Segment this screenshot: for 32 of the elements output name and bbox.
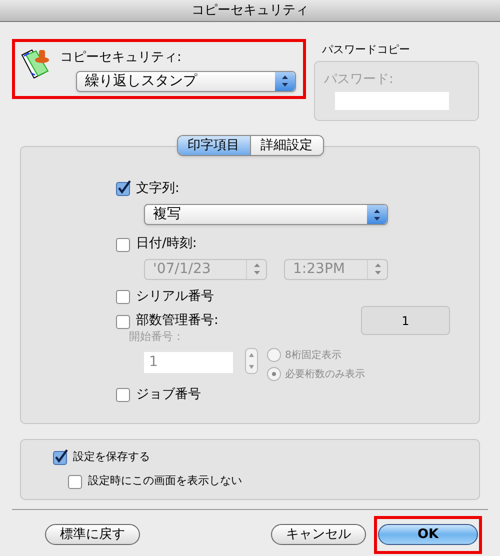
tab[interactable]: 印字項目 [178, 136, 250, 154]
checkbox[interactable] [68, 473, 83, 490]
checkbox-label: 設定時にこの画面を表示しない [88, 473, 242, 489]
checkbox-label: ジョブ番号 [136, 386, 201, 404]
checkbox-label: 日付/時刻: [136, 235, 197, 253]
dropdown[interactable]: 複写 [144, 204, 388, 225]
counter-value: 1 [402, 312, 410, 330]
checkbox[interactable] [116, 236, 131, 252]
checkbox-label: シリアル番号 [136, 288, 214, 306]
field-label: パスワード: [324, 70, 394, 88]
checkbox[interactable] [116, 386, 131, 402]
radio-label: 必要桁数のみ表示 [285, 368, 365, 382]
checkbox-label: 設定を保存する [73, 448, 150, 464]
checkbox-label: 部数管理番号: [136, 312, 218, 330]
window-title: コピーセキュリティ [192, 2, 308, 20]
checkbox[interactable] [53, 448, 68, 465]
field-label: コピーセキュリティ: [60, 49, 182, 67]
checkbox[interactable] [116, 288, 131, 304]
tab[interactable]: 詳細設定 [250, 136, 322, 154]
checkbox-label: 文字列: [136, 180, 180, 198]
stepper-arrows-icon[interactable] [245, 348, 258, 374]
checkbox[interactable] [116, 312, 131, 328]
radio-button[interactable] [267, 367, 281, 381]
group-title: パスワードコピー [322, 42, 411, 58]
checkbox[interactable] [116, 180, 131, 196]
radio-label: 8桁固定表示 [285, 348, 342, 362]
dialog-button[interactable]: キャンセル [271, 524, 366, 545]
dialog-button[interactable]: OK [378, 524, 478, 545]
radio-button[interactable] [267, 348, 281, 362]
dialog-button[interactable]: 標準に戻す [45, 524, 140, 545]
field-label: 開始番号： [129, 329, 184, 345]
dropdown[interactable]: 繰り返しスタンプ [76, 70, 296, 92]
